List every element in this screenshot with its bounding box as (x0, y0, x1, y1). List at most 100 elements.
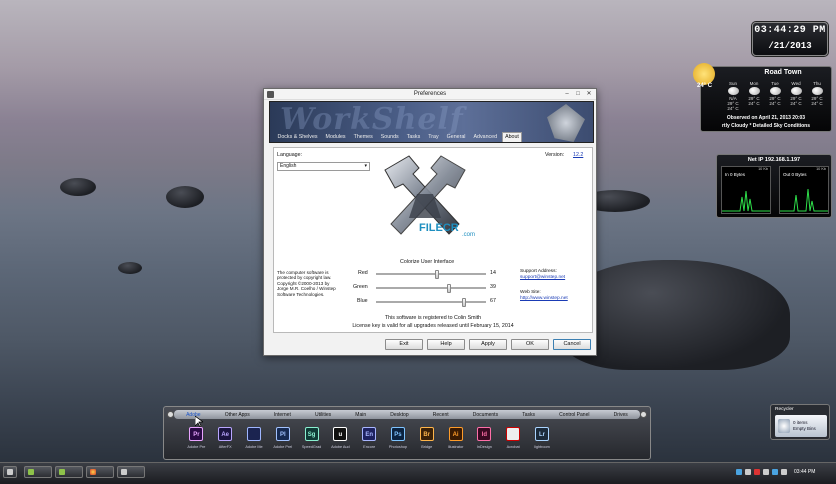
tab-sounds[interactable]: Sounds (377, 132, 402, 142)
category-tasks[interactable]: Tasks (522, 412, 535, 418)
taskbar-app[interactable] (55, 466, 83, 478)
language-label: Language: (277, 152, 303, 158)
network-in-graph: 10 Kb In 0 Bytes (721, 166, 771, 214)
weather-widget[interactable]: 24° C Road Town Sun N/A 29° C 24° C Mon 29° … (693, 63, 832, 132)
tray-icon[interactable] (736, 469, 742, 475)
dock-app[interactable]: Lr lightroom (528, 427, 557, 449)
system-tray: 03:44 PM (736, 466, 832, 478)
forecast-day: Mon 29° C 24° C (748, 81, 760, 106)
category-desktop[interactable]: Desktop (390, 412, 408, 418)
recycler-empty[interactable]: Empty Bins (793, 426, 816, 431)
category-internet[interactable]: Internet (274, 412, 291, 418)
scroll-right-icon[interactable] (640, 411, 647, 418)
tab-tasks[interactable]: Tasks (403, 132, 424, 142)
version-value[interactable]: 12.2 (573, 152, 583, 158)
tab-tray[interactable]: Tray (425, 132, 442, 142)
dock-app[interactable]: u Adobe Aud (326, 427, 355, 449)
help-button[interactable]: Help (427, 339, 465, 350)
start-button[interactable] (3, 466, 17, 478)
slider-green-label: Green (353, 284, 368, 290)
clock-date: /21/2013 (768, 41, 812, 51)
app-icon: Br (419, 427, 434, 441)
category-documents[interactable]: Documents (473, 412, 498, 418)
taskbar-app[interactable] (117, 466, 145, 478)
forecast-day: Thu 29° C 24° C (811, 81, 823, 106)
taskbar-app[interactable] (24, 466, 52, 478)
preferences-dialog: Preferences – □ ✕ WorkShelf Docks & Shel… (263, 88, 597, 356)
tab-themes[interactable]: Themes (350, 132, 376, 142)
category-main[interactable]: Main (355, 412, 366, 418)
clock-widget[interactable]: 03:44:29 PM /21/2013 (752, 22, 828, 56)
recycler-widget[interactable]: Recycler 0 items Empty Bins (770, 404, 830, 440)
volume-icon[interactable] (781, 469, 787, 475)
app-label: Acrobat (506, 445, 520, 449)
slider-blue[interactable] (376, 298, 486, 307)
dock-app[interactable]: Ai Illustrator (441, 427, 470, 449)
dock-app[interactable]: Br Bridge (412, 427, 441, 449)
exit-button[interactable]: Exit (385, 339, 423, 350)
weather-condition: rtly Cloudy * Detailed Sky Conditions (721, 123, 811, 129)
dock-app[interactable]: En Encore (355, 427, 384, 449)
tab-about[interactable]: About (501, 132, 523, 142)
support-link[interactable]: support@winstep.net (520, 275, 565, 280)
dock-app[interactable]: Adobe Me (240, 427, 269, 449)
dock-app[interactable]: Ps Photoshop (384, 427, 413, 449)
language-select[interactable]: English ▾ (277, 162, 370, 171)
tray-icon[interactable] (772, 469, 778, 475)
slider-blue-knob[interactable] (461, 298, 466, 307)
license-text: License key is valid for all upgrades re… (352, 323, 514, 329)
app-label: Encore (363, 445, 376, 449)
dock-app[interactable]: Id InDesign (470, 427, 499, 449)
dock-app[interactable]: Ae AfterFX (211, 427, 240, 449)
category-control-panel[interactable]: Control Panel (559, 412, 589, 418)
tray-icon[interactable] (763, 469, 769, 475)
app-icon (246, 427, 261, 441)
tab-general[interactable]: General (443, 132, 469, 142)
network-widget[interactable]: Net IP 192.168.1.197 10 Kb In 0 Bytes 10… (716, 154, 832, 218)
registration-text: This software is registered to Colin Smi… (384, 315, 482, 321)
slider-green[interactable] (376, 284, 486, 293)
weather-observed: Observed on April 21, 2013 20:03 (726, 115, 806, 121)
tray-icon[interactable] (745, 469, 751, 475)
tab-bar: Docks & Shelves Modules Themes Sounds Ta… (274, 132, 523, 142)
dock-app[interactable]: Sg SpeedGrad (297, 427, 326, 449)
cancel-button[interactable]: Cancel (553, 339, 591, 350)
tab-modules[interactable]: Modules (322, 132, 349, 142)
category-drives[interactable]: Drives (614, 412, 628, 418)
app-label: Illustrator (447, 445, 464, 449)
taskbar-app[interactable] (86, 466, 114, 478)
watermark-sub: .com (462, 232, 476, 238)
ok-button[interactable]: OK (511, 339, 549, 350)
tray-icon[interactable] (754, 469, 760, 475)
taskbar-clock[interactable]: 03:44 PM (794, 469, 815, 475)
workshelf-logo-icon (547, 104, 585, 142)
recycle-bin-icon (778, 419, 790, 433)
slider-blue-label: Blue (357, 298, 368, 304)
network-title: Net IP 192.168.1.197 (747, 157, 801, 163)
maximize-icon[interactable]: □ (573, 90, 583, 98)
slider-red[interactable] (376, 270, 486, 279)
cloud-icon (811, 87, 823, 95)
website-link[interactable]: http://www.winstep.net (520, 296, 568, 301)
category-recent[interactable]: Recent (433, 412, 449, 418)
about-panel: Language: English ▾ Version: 12.2 FILECR … (273, 147, 593, 333)
version-label: Version: (545, 152, 565, 158)
dock-app[interactable]: Pl Adobe Prel (268, 427, 297, 449)
category-other-apps[interactable]: Other Apps (225, 412, 250, 418)
dock-app[interactable]: Acrobat (499, 427, 528, 449)
dock-app[interactable]: Pr Adobe Pre (182, 427, 211, 449)
category-utilities[interactable]: Utilities (315, 412, 331, 418)
scroll-left-icon[interactable] (167, 411, 174, 418)
slider-green-knob[interactable] (446, 284, 451, 293)
close-icon[interactable]: ✕ (584, 90, 594, 98)
tab-advanced[interactable]: Advanced (470, 132, 501, 142)
dock-shelf: Adobe Other Apps Internet Utilities Main… (163, 406, 651, 460)
title-bar[interactable]: Preferences – □ ✕ (264, 89, 596, 100)
app-icon: Id (477, 427, 492, 441)
minimize-icon[interactable]: – (562, 90, 572, 98)
apply-button[interactable]: Apply (469, 339, 507, 350)
website-label: Web Site: (520, 290, 541, 295)
slider-red-knob[interactable] (435, 270, 440, 279)
weather-forecast: Sun N/A 29° C 24° C Mon 29° C 24° C Tue 29° C2… (723, 81, 827, 111)
tab-docks-shelves[interactable]: Docks & Shelves (274, 132, 321, 142)
